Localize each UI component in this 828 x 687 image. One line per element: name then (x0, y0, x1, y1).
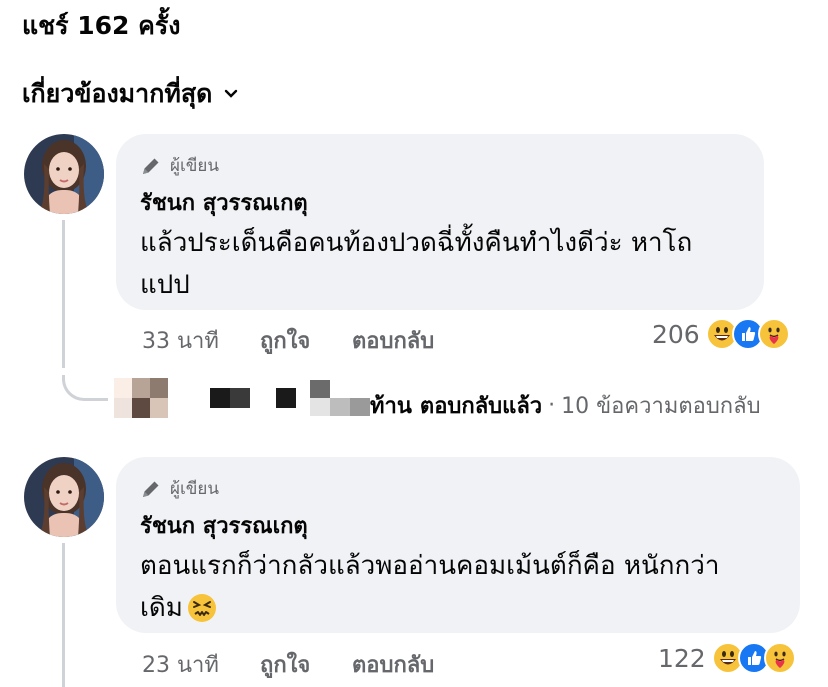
thread-line (62, 543, 65, 687)
comment-text-line: เดิม (140, 593, 183, 623)
comment-bubble: ผู้เขียน รัชนก สุวรรณเกตุ แล้วประเด็นคือ… (116, 134, 764, 310)
comment-text: ตอนแรกก็ว่ากลัวแล้วพออ่านคอมเม้นต์ก็คือ … (140, 545, 776, 629)
comment-text-line: แล้วประเด็นคือคนท้องปวดฉี่ทั้งคืนทำไงดีว… (140, 228, 693, 258)
sort-label: เกี่ยวข้องมากที่สุด (22, 79, 213, 108)
comment-text: แล้วประเด็นคือคนท้องปวดฉี่ทั้งคืนทำไงดีว… (140, 222, 740, 306)
reactions-summary[interactable]: 206 (652, 318, 790, 350)
author-badge-label: ผู้เขียน (170, 479, 219, 499)
avatar-image (24, 457, 104, 537)
comment-actions: 33 นาที ถูกใจ ตอบกลับ (142, 323, 434, 358)
thread-line (62, 220, 65, 368)
comment-time[interactable]: 23 นาที (142, 647, 260, 682)
replies-summary-text[interactable]: ท้าน ตอบกลับแล้ว · 10 ข้อความตอบกลับ (370, 388, 761, 423)
separator: · (548, 393, 556, 418)
reply-name-redacted (310, 380, 370, 416)
pen-icon (143, 481, 159, 497)
reaction-icons (711, 642, 796, 674)
like-button[interactable]: ถูกใจ (260, 323, 352, 358)
comment-text-line: แปป (140, 270, 190, 300)
confounded-emoji-icon (187, 594, 216, 622)
reply-avatar[interactable] (114, 378, 168, 418)
avatar-image (24, 134, 104, 214)
author-name[interactable]: รัชนก สุวรรณเกตุ (140, 508, 776, 543)
reactions-summary[interactable]: 122 (658, 642, 796, 674)
reply-author-fragment: ท้าน (370, 394, 412, 419)
avatar[interactable] (24, 457, 104, 537)
pen-icon (143, 158, 159, 174)
author-badge: ผู้เขียน (140, 152, 740, 179)
avatar[interactable] (24, 134, 104, 214)
sort-dropdown[interactable]: เกี่ยวข้องมากที่สุด (22, 74, 238, 114)
reply-action: ตอบกลับแล้ว (419, 394, 543, 419)
comment-actions: 23 นาที ถูกใจ ตอบกลับ (142, 647, 434, 682)
thread-connector (62, 375, 108, 401)
reply-button[interactable]: ตอบกลับ (352, 323, 434, 358)
care-emoji-icon (757, 318, 790, 350)
reaction-icons (705, 318, 790, 350)
like-button[interactable]: ถูกใจ (260, 647, 352, 682)
reply-button[interactable]: ตอบกลับ (352, 647, 434, 682)
comment-bubble: ผู้เขียน รัชนก สุวรรณเกตุ ตอนแรกก็ว่ากลั… (116, 457, 800, 633)
comment-time[interactable]: 33 นาที (142, 323, 260, 358)
reply-count: 10 ข้อความตอบกลับ (561, 394, 761, 419)
care-emoji-icon (763, 642, 796, 674)
reaction-count: 122 (658, 643, 706, 673)
shares-count[interactable]: แชร์ 162 ครั้ง (22, 6, 180, 46)
author-badge: ผู้เขียน (140, 475, 776, 502)
comment-text-line: ตอนแรกก็ว่ากลัวแล้วพออ่านคอมเม้นต์ก็คือ … (140, 551, 720, 581)
replies-summary[interactable] (210, 388, 296, 408)
author-name[interactable]: รัชนก สุวรรณเกตุ (140, 185, 740, 220)
reaction-count: 206 (652, 319, 700, 349)
author-badge-label: ผู้เขียน (170, 156, 219, 176)
chevron-down-icon (225, 89, 238, 98)
comment-text-line-wrap: เดิม (140, 587, 776, 629)
